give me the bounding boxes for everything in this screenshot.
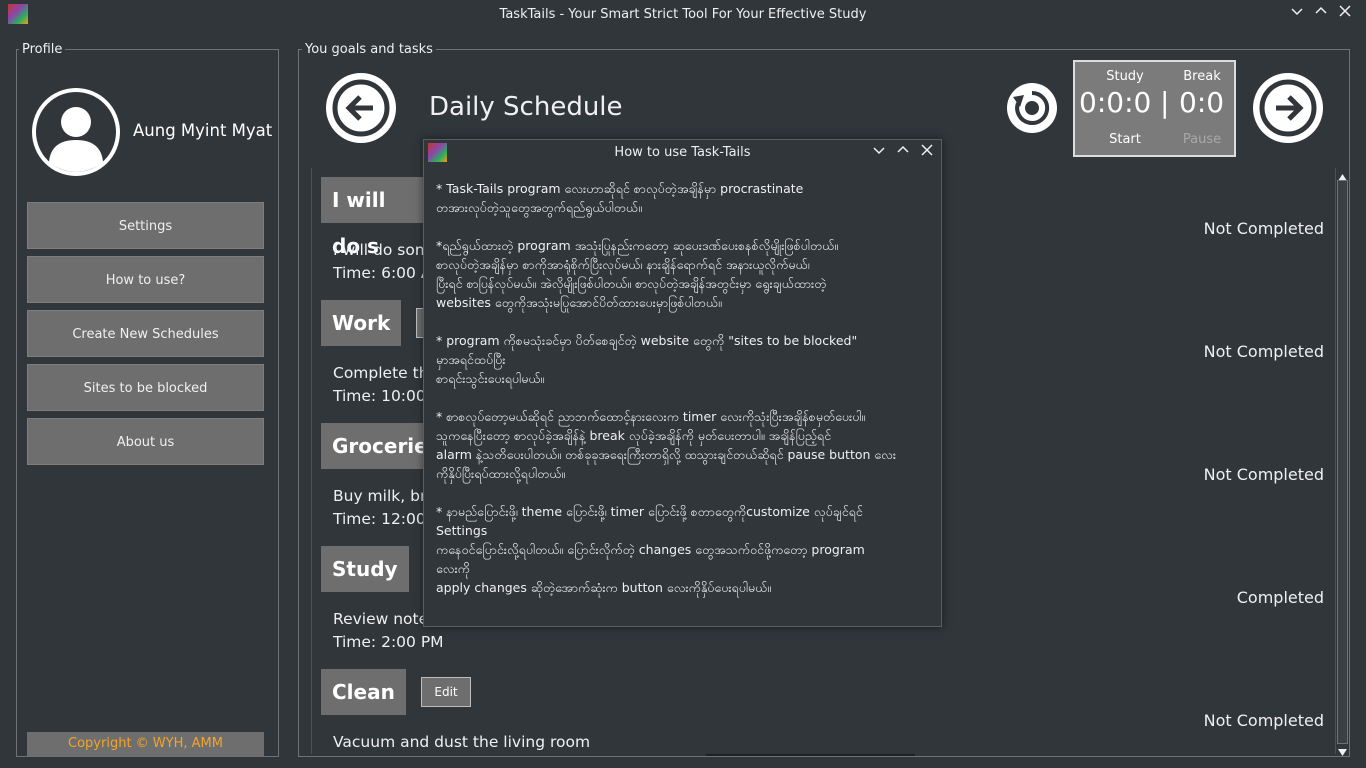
schedule-status: Completed: [1236, 588, 1324, 607]
how-to-use-dialog: How to use Task-Tails * Task-Tails progr…: [423, 139, 942, 627]
profile-name: Aung Myint Myat: [133, 121, 273, 140]
schedule-status: Not Completed: [1203, 219, 1324, 238]
restart-icon: [1013, 90, 1050, 125]
vertical-scrollbar[interactable]: [1335, 168, 1349, 756]
user-icon: [36, 92, 116, 172]
timer-separator: |: [1160, 86, 1170, 119]
maximize-icon[interactable]: [1310, 3, 1332, 25]
close-icon[interactable]: [1334, 3, 1356, 25]
schedule-description: Review note: [333, 610, 429, 628]
settings-button[interactable]: Settings: [27, 202, 264, 249]
create-new-schedules-button[interactable]: Create New Schedules: [27, 310, 264, 357]
schedule-description: I will do som: [333, 241, 430, 259]
schedule-time: Time: 6:00 A: [333, 264, 432, 282]
schedule-category: Clean: [321, 669, 406, 715]
back-button[interactable]: [326, 73, 396, 143]
schedule-category: Grocerie: [321, 423, 431, 469]
avatar: [32, 88, 120, 176]
break-label: Break: [1183, 69, 1221, 84]
minimize-icon[interactable]: [1286, 3, 1308, 25]
arrow-left-icon: [332, 79, 390, 137]
help-paragraph: * စာစလုပ်တော့မယ်ဆိုရင် ညာဘက်ထောင့်နားလေး…: [436, 409, 897, 481]
page-title: Daily Schedule: [429, 92, 623, 122]
study-label: Study: [1106, 69, 1144, 84]
schedule-category: Work: [321, 300, 402, 346]
dialog-title: How to use Task-Tails: [614, 145, 751, 160]
schedule-status: Not Completed: [1203, 711, 1324, 730]
about-us-button[interactable]: About us: [27, 418, 264, 465]
profile-group-title: Profile: [19, 42, 66, 57]
help-paragraph: * program ကိုစမသုံးခင်မှာ ပိတ်စေချင်တဲ့ …: [436, 333, 858, 386]
dialog-close-icon[interactable]: [916, 142, 938, 164]
help-paragraph: *ရည်ရွယ်ထားတဲ့ program အသုံးပြုနည်းကတော့…: [436, 238, 839, 310]
schedule-description: Buy milk, bre: [333, 487, 436, 505]
start-button[interactable]: Start: [1095, 132, 1155, 147]
edit-button[interactable]: Edit: [421, 677, 471, 707]
schedule-category: Study: [321, 546, 409, 592]
pause-button[interactable]: Pause: [1179, 132, 1225, 147]
schedule-description: Vacuum and dust the living room: [333, 733, 591, 751]
reset-timer-button[interactable]: [1007, 83, 1057, 133]
timer-panel: Study Break 0:0:0 | 0:0 Start Pause: [1073, 60, 1236, 157]
dialog-minimize-icon[interactable]: [868, 142, 890, 164]
schedule-time: Time: 10:00: [333, 387, 426, 405]
scroll-thumb[interactable]: [1337, 180, 1348, 744]
forward-button[interactable]: [1253, 73, 1323, 143]
tasks-group-title: You goals and tasks: [302, 42, 436, 57]
divider: [706, 754, 915, 756]
schedule-status: Not Completed: [1203, 465, 1324, 484]
dialog-maximize-icon[interactable]: [892, 142, 914, 164]
schedule-time: Time: 2:00 PM: [333, 633, 444, 651]
schedule-time: Time: 12:00: [333, 510, 426, 528]
schedule-category: I will do s: [321, 177, 431, 258]
window-title: TaskTails - Your Smart Strict Tool For Y…: [499, 7, 867, 22]
title-bar: TaskTails - Your Smart Strict Tool For Y…: [0, 0, 1366, 29]
study-timer: 0:0:0: [1079, 86, 1152, 119]
help-paragraph: * နာမည်ပြောင်းဖို့၊ theme ပြောင်းဖို့၊ t…: [436, 504, 865, 595]
scroll-down-icon[interactable]: [1337, 743, 1348, 756]
arrow-right-icon: [1259, 79, 1317, 137]
sites-to-be-blocked-button[interactable]: Sites to be blocked: [27, 364, 264, 411]
how-to-use-button[interactable]: How to use?: [27, 256, 264, 303]
copyright-label: Copyright © WYH, AMM: [27, 732, 264, 756]
schedule-area-border: [311, 168, 312, 754]
scroll-up-icon[interactable]: [1337, 168, 1348, 181]
break-timer: 0:0: [1179, 86, 1225, 119]
schedule-status: Not Completed: [1203, 342, 1324, 361]
help-paragraph: * Task-Tails program လေးဟာဆိုရင် စာလုပ်တ…: [436, 181, 804, 215]
